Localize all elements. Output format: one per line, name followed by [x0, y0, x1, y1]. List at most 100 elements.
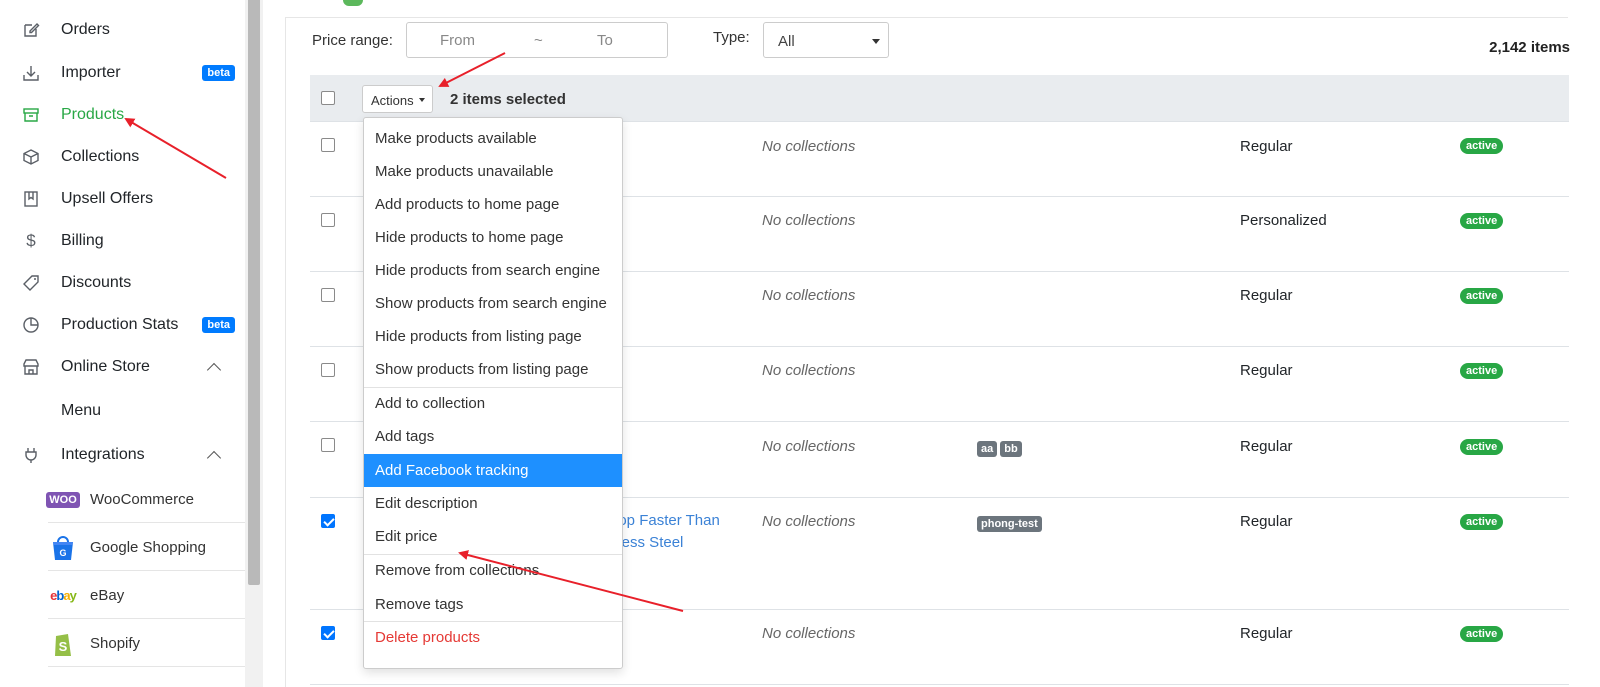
google-shopping-logo: G — [48, 534, 78, 562]
menu-item-make-available[interactable]: Make products available — [364, 122, 622, 155]
actions-button-label: Actions — [371, 93, 414, 108]
row-checkbox[interactable] — [321, 438, 335, 452]
price-to-field[interactable]: To — [597, 32, 613, 49]
product-name-line: nless Steel — [610, 534, 684, 551]
tag-badge: bb — [1000, 441, 1022, 457]
chevron-up-icon[interactable] — [206, 450, 222, 466]
ebay-logo: ebay — [50, 588, 77, 603]
sidebar-item-integrations[interactable]: Integrations — [0, 437, 245, 473]
type-label: Type: — [713, 29, 750, 46]
row-checkbox[interactable] — [321, 363, 335, 377]
menu-item-add-facebook-tracking[interactable]: Add Facebook tracking — [364, 454, 622, 487]
type-cell: Regular — [1240, 287, 1293, 304]
menu-item-hide-from-listing[interactable]: Hide products from listing page — [364, 320, 622, 353]
sidebar-item-label: Collections — [61, 148, 140, 165]
sidebar-item-online-store[interactable]: Online Store — [0, 349, 245, 385]
tag-badge: aa — [977, 441, 998, 457]
type-cell: Regular — [1240, 438, 1293, 455]
woocommerce-logo: WOO — [46, 486, 80, 514]
integration-shopify[interactable]: S Shopify — [48, 621, 245, 667]
status-badge: active — [1460, 363, 1504, 379]
beta-badge: beta — [202, 65, 235, 81]
status-badge: active — [1460, 626, 1504, 642]
menu-item-show-in-listing[interactable]: Show products from listing page — [364, 353, 622, 386]
sidebar-item-label: Upsell Offers — [61, 190, 154, 207]
beta-badge: beta — [202, 317, 235, 333]
status-badge: active — [1460, 213, 1504, 229]
sidebar-item-label: Importer — [61, 64, 121, 81]
row-checkbox[interactable] — [321, 626, 335, 640]
status-badge: active — [1460, 138, 1504, 154]
menu-item-remove-tags[interactable]: Remove tags — [364, 588, 622, 621]
tags-cell: phong-test — [977, 514, 1045, 532]
integration-label: A — [90, 684, 100, 687]
price-range-input[interactable]: From ~ To — [406, 22, 668, 58]
menu-item-remove-from-collections[interactable]: Remove from collections — [364, 554, 622, 587]
caret-down-icon — [872, 39, 880, 44]
sidebar-scrollbar-thumb[interactable] — [248, 0, 260, 585]
menu-item-edit-price[interactable]: Edit price — [364, 520, 622, 553]
svg-text:G: G — [59, 548, 66, 558]
integration-label: eBay — [90, 587, 125, 604]
sidebar-item-label: Menu — [61, 402, 102, 419]
range-separator: ~ — [534, 32, 543, 49]
price-range-label: Price range: — [312, 32, 393, 49]
price-from-field[interactable]: From — [440, 32, 475, 49]
menu-item-edit-description[interactable]: Edit description — [364, 487, 622, 520]
type-cell: Regular — [1240, 138, 1293, 155]
integration-woocommerce[interactable]: WOO WooCommerce — [46, 477, 245, 523]
menu-item-show-in-search[interactable]: Show products from search engine — [364, 287, 622, 320]
integration-label: Google Shopping — [90, 539, 206, 556]
tags-cell: aa bb — [977, 439, 1025, 457]
sidebar-item-production-stats[interactable]: Production Stats beta — [0, 307, 245, 343]
menu-item-add-to-home[interactable]: Add products to home page — [364, 188, 622, 221]
type-cell: Regular — [1240, 513, 1293, 530]
type-cell: Personalized — [1240, 212, 1327, 229]
row-checkbox[interactable] — [321, 213, 335, 227]
chevron-up-icon[interactable] — [206, 362, 222, 378]
plug-icon — [22, 446, 40, 464]
type-cell: Regular — [1240, 362, 1293, 379]
store-icon — [22, 358, 40, 376]
status-badge: active — [1460, 514, 1504, 530]
type-cell: Regular — [1240, 625, 1293, 642]
sidebar-item-collections[interactable]: Collections — [0, 139, 245, 175]
menu-item-hide-from-search[interactable]: Hide products from search engine — [364, 254, 622, 287]
collections-cell: No collections — [762, 212, 856, 229]
collections-cell: No collections — [762, 513, 856, 530]
actions-dropdown-menu: Make products available Make products un… — [363, 117, 623, 669]
integration-amazon[interactable]: a A — [48, 669, 245, 687]
actions-button[interactable]: Actions — [362, 85, 433, 113]
sidebar-item-label: Online Store — [61, 358, 150, 375]
sidebar-item-upsell-offers[interactable]: Upsell Offers — [0, 181, 245, 217]
integration-google-shopping[interactable]: G Google Shopping — [48, 525, 245, 571]
sidebar-item-billing[interactable]: $ Billing — [0, 223, 245, 259]
archive-icon — [22, 106, 40, 124]
sidebar-item-label: Integrations — [61, 446, 145, 463]
integration-ebay[interactable]: ebay eBay — [48, 573, 245, 619]
sidebar-item-products[interactable]: Products — [0, 97, 245, 133]
select-all-checkbox[interactable] — [321, 91, 335, 105]
sidebar-item-orders[interactable]: Orders — [0, 12, 245, 48]
menu-item-add-to-collection[interactable]: Add to collection — [364, 387, 622, 420]
collections-cell: No collections — [762, 138, 856, 155]
type-select[interactable]: All — [763, 22, 889, 58]
row-checkbox[interactable] — [321, 288, 335, 302]
sidebar-item-importer[interactable]: Importer beta — [0, 55, 245, 91]
collections-cell: No collections — [762, 625, 856, 642]
book-icon — [22, 190, 40, 208]
menu-item-delete-products[interactable]: Delete products — [364, 621, 622, 654]
menu-item-hide-from-home[interactable]: Hide products to home page — [364, 221, 622, 254]
collections-cell: No collections — [762, 438, 856, 455]
row-checkbox[interactable] — [321, 514, 335, 528]
shopify-logo: S — [48, 630, 78, 658]
product-name-link[interactable]: hop Faster Than nless Steel — [610, 510, 720, 554]
menu-item-add-tags[interactable]: Add tags — [364, 420, 622, 453]
menu-item-make-unavailable[interactable]: Make products unavailable — [364, 155, 622, 188]
caret-down-icon — [419, 98, 425, 102]
collections-cell: No collections — [762, 287, 856, 304]
sidebar-item-label: Orders — [61, 21, 110, 38]
sidebar-item-discounts[interactable]: Discounts — [0, 265, 245, 301]
sidebar-item-menu[interactable]: Menu — [0, 393, 245, 429]
row-checkbox[interactable] — [321, 138, 335, 152]
